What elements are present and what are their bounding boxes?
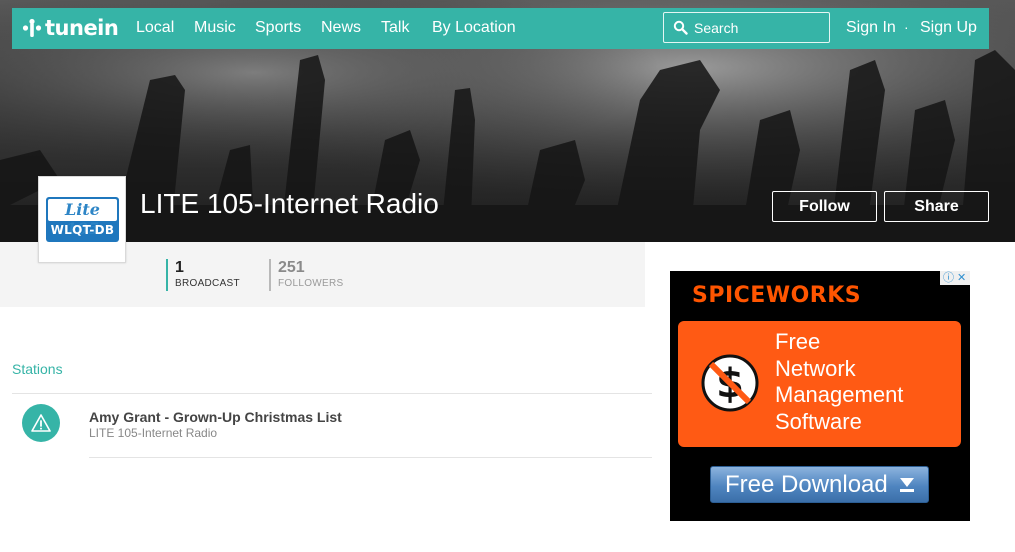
page: tunein Local Music Sports News Talk By L… xyxy=(0,0,1015,552)
broadcast-count: 1 xyxy=(175,259,184,276)
no-dollar-icon: $ xyxy=(701,354,759,412)
section-divider xyxy=(12,393,652,394)
nav-separator: · xyxy=(904,19,909,35)
search-icon xyxy=(673,20,688,35)
nav-link-music[interactable]: Music xyxy=(194,19,236,37)
nav-link-local[interactable]: Local xyxy=(136,19,174,37)
download-arrow-icon xyxy=(900,478,914,492)
follow-button[interactable]: Follow xyxy=(772,191,877,222)
top-nav-bar: tunein Local Music Sports News Talk By L… xyxy=(12,8,989,49)
search-input[interactable] xyxy=(694,18,822,37)
station-logo-top: Lite 105 xyxy=(48,199,117,238)
broadcast-label: BROADCAST xyxy=(175,278,240,289)
ad-headline-line: Network xyxy=(775,355,856,381)
ad-info-icon[interactable]: ⓘ xyxy=(943,271,954,285)
station-item-icon xyxy=(22,404,60,442)
logo-text: tunein xyxy=(45,16,119,40)
station-item-title[interactable]: Amy Grant - Grown-Up Christmas List xyxy=(89,409,342,425)
ad-brand-logo: SPICEWORKS xyxy=(692,283,862,308)
hero-banner: tunein Local Music Sports News Talk By L… xyxy=(0,0,1015,242)
ad-headline-line: Management xyxy=(775,382,904,407)
sign-in-link[interactable]: Sign In xyxy=(846,19,896,37)
nav-link-news[interactable]: News xyxy=(321,19,361,37)
ad-headline-line: Free xyxy=(775,329,821,354)
tunein-logo-icon xyxy=(22,18,42,37)
broadcast-stat[interactable]: 1 BROADCAST xyxy=(166,259,240,291)
station-logo-callsign: WLQT-DB xyxy=(50,223,115,237)
ad-choices[interactable]: ⓘ ✕ xyxy=(940,271,970,285)
followers-label: FOLLOWERS xyxy=(278,278,344,289)
followers-stat[interactable]: 251 FOLLOWERS xyxy=(269,259,344,291)
station-logo-badge: Lite 105 WLQT-DB xyxy=(46,197,119,242)
ad-download-button[interactable]: Free Download xyxy=(710,466,929,503)
tunein-logo[interactable]: tunein xyxy=(22,16,119,40)
nav-link-talk[interactable]: Talk xyxy=(381,19,409,37)
station-title: LITE 105-Internet Radio xyxy=(140,188,439,219)
nav-link-by-location[interactable]: By Location xyxy=(432,19,516,37)
item-divider xyxy=(89,457,652,458)
advertisement[interactable]: ⓘ ✕ SPICEWORKS $ Free Network Management… xyxy=(670,271,970,521)
ad-download-label: Free Download xyxy=(725,471,888,498)
warning-icon xyxy=(31,414,51,432)
ad-headline-line: Software xyxy=(775,408,862,434)
sign-up-link[interactable]: Sign Up xyxy=(920,19,977,37)
ad-close-icon[interactable]: ✕ xyxy=(957,271,966,285)
stations-section-title: Stations xyxy=(12,361,63,377)
share-button[interactable]: Share xyxy=(884,191,989,222)
nav-link-sports[interactable]: Sports xyxy=(255,19,301,37)
ad-headline: Free Network Management Software xyxy=(775,329,955,435)
ad-panel[interactable]: $ Free Network Management Software xyxy=(678,321,961,447)
station-logo: Lite 105 WLQT-DB xyxy=(38,176,126,263)
search-box[interactable] xyxy=(663,12,830,43)
followers-count: 251 xyxy=(278,259,305,276)
station-item-subtitle: LITE 105-Internet Radio xyxy=(89,426,218,440)
